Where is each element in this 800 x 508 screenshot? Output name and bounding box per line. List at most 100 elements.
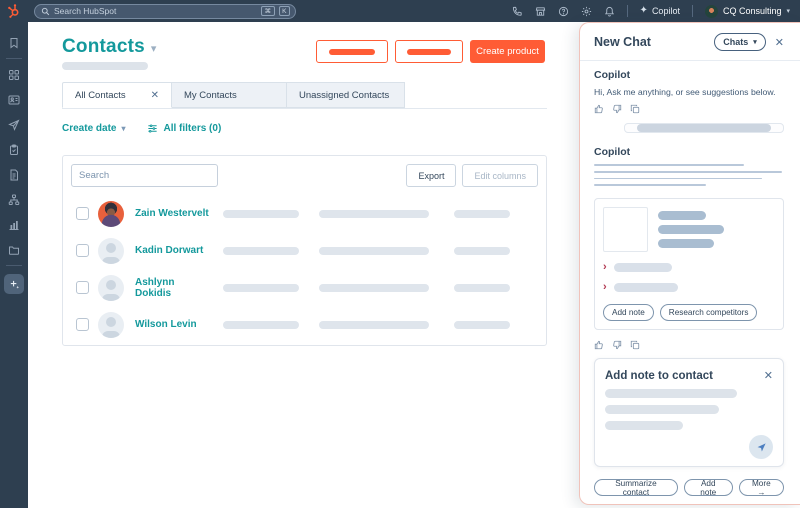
close-icon[interactable]: ✕ (764, 369, 773, 382)
paper-plane-icon[interactable] (8, 119, 20, 131)
table-row[interactable]: Ashlynn Dokidis (63, 269, 546, 306)
all-filters-button[interactable]: All filters (0) (147, 123, 221, 134)
marketplace-icon[interactable] (535, 6, 546, 17)
copilot-toggle[interactable]: ✦ Copilot (639, 5, 680, 17)
card-skeleton-bar (658, 239, 714, 248)
table-row[interactable]: Zain Westervelt (63, 195, 546, 232)
tab-label: My Contacts (184, 89, 237, 101)
contact-name-link[interactable]: Ashlynn Dokidis (135, 277, 213, 299)
tab-my-contacts[interactable]: My Contacts (172, 82, 287, 108)
shortcut-key-cmd: ⌘ (261, 6, 275, 16)
chip-skeleton-bar (637, 124, 771, 133)
copy-icon[interactable] (630, 104, 640, 114)
sparkle-icon: ✦ (639, 5, 648, 16)
row-checkbox[interactable] (76, 207, 89, 220)
button-skeleton-bar (407, 48, 451, 55)
contact-name-link[interactable]: Wilson Levin (135, 319, 213, 330)
cell-skeleton (454, 209, 510, 218)
research-competitors-button[interactable]: Research competitors (659, 304, 758, 321)
thumbs-down-icon[interactable] (612, 340, 622, 350)
create-date-filter-label: Create date (62, 123, 117, 134)
document-icon[interactable] (8, 169, 20, 181)
topbar-divider (626, 5, 628, 17)
row-checkbox[interactable] (76, 244, 89, 257)
close-icon[interactable]: ✕ (151, 90, 159, 101)
row-checkbox[interactable] (76, 318, 89, 331)
chats-dropdown-button[interactable]: Chats ▾ (714, 33, 766, 51)
avatar (98, 311, 124, 338)
thumbs-down-icon[interactable] (612, 104, 622, 114)
export-button[interactable]: Export (406, 164, 457, 187)
suggestion-chip-skeleton[interactable] (624, 123, 784, 134)
add-workspace-icon (10, 280, 19, 289)
global-search[interactable]: ⌘ K (34, 3, 296, 19)
table-row[interactable]: Wilson Levin (63, 306, 546, 343)
add-note-button[interactable]: Add note (603, 304, 654, 321)
subtitle-skeleton (62, 62, 148, 70)
table-search[interactable] (71, 164, 218, 187)
contacts-card-icon[interactable] (8, 94, 20, 106)
note-skeleton-bar (605, 389, 737, 398)
edit-columns-button[interactable]: Edit columns (462, 164, 538, 187)
hubspot-logo-icon[interactable] (6, 3, 22, 19)
add-workspace-button[interactable] (4, 274, 24, 294)
copilot-toggle-label: Copilot (651, 6, 680, 16)
cell-skeleton (223, 283, 299, 292)
bookmark-icon[interactable] (8, 37, 20, 49)
contact-name-link[interactable]: Zain Westervelt (135, 208, 213, 219)
create-product-button[interactable]: Create product (470, 40, 545, 63)
feedback-row (594, 340, 784, 350)
copilot-greeting: Hi, Ask me anything, or see suggestions … (594, 87, 776, 98)
top-navigation-bar: ⌘ K ✦ Copilot CQ Consulting ▾ (0, 0, 800, 22)
close-panel-icon[interactable]: ✕ (775, 36, 784, 49)
notifications-icon[interactable] (604, 6, 615, 17)
help-icon[interactable] (558, 6, 569, 17)
cell-skeleton (454, 320, 510, 329)
chevron-down-icon: ▾ (753, 39, 757, 46)
secondary-action-button-skeleton[interactable] (316, 40, 388, 63)
button-skeleton-bar (329, 48, 375, 55)
settings-icon[interactable] (581, 6, 592, 17)
send-button[interactable] (749, 435, 773, 459)
secondary-action-button-skeleton[interactable] (395, 40, 463, 63)
add-note-button[interactable]: Add note (683, 479, 733, 497)
phone-icon[interactable] (512, 6, 523, 17)
quick-actions-row: Summarize contact Add note More → (594, 479, 784, 497)
thumbs-up-icon[interactable] (594, 340, 604, 350)
table-search-input[interactable] (79, 170, 211, 181)
message-skeleton-bar (594, 184, 706, 186)
grid-icon[interactable] (8, 69, 20, 81)
sidebar-divider (6, 265, 22, 266)
copilot-sender-label: Copilot (594, 146, 631, 159)
account-menu[interactable]: CQ Consulting ▾ (704, 4, 790, 18)
sitemap-icon[interactable] (8, 194, 20, 206)
feedback-row (594, 104, 784, 114)
copy-icon[interactable] (630, 340, 640, 350)
create-date-filter[interactable]: Create date ▾ (62, 123, 125, 134)
cell-skeleton (319, 283, 429, 292)
bar-chart-icon[interactable] (8, 219, 20, 231)
clipboard-icon[interactable] (8, 144, 20, 156)
expandable-item[interactable]: › (603, 262, 775, 273)
thumbs-up-icon[interactable] (594, 104, 604, 114)
tab-unassigned-contacts[interactable]: Unassigned Contacts (287, 82, 405, 108)
folder-icon[interactable] (8, 244, 20, 256)
contact-name-link[interactable]: Kadin Dorwart (135, 245, 213, 256)
cell-skeleton (454, 246, 510, 255)
expandable-item[interactable]: › (603, 282, 775, 293)
summarize-contact-button[interactable]: Summarize contact (594, 479, 678, 497)
cell-skeleton (319, 246, 429, 255)
global-search-input[interactable] (54, 6, 258, 16)
row-checkbox[interactable] (76, 281, 89, 294)
tab-label: All Contacts (75, 89, 126, 101)
note-skeleton-bar (605, 421, 683, 430)
more-button[interactable]: More → (738, 479, 784, 497)
panel-title: New Chat (594, 35, 651, 49)
tab-all-contacts[interactable]: All Contacts ✕ (62, 82, 172, 108)
table-row[interactable]: Kadin Dorwart (63, 232, 546, 269)
chevron-down-icon[interactable]: ▾ (151, 39, 157, 55)
account-name: CQ Consulting (722, 6, 782, 16)
card-skeleton-bar (658, 225, 724, 234)
page-title: Contacts (62, 36, 145, 57)
cell-skeleton (319, 320, 429, 329)
